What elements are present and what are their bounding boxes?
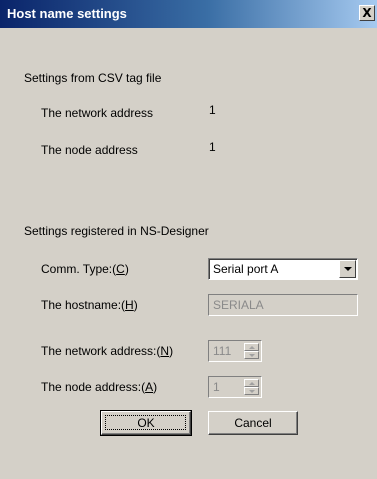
csv-settings-heading: Settings from CSV tag file bbox=[24, 71, 162, 85]
spin-up-icon[interactable] bbox=[244, 379, 259, 387]
network-address-spinner[interactable] bbox=[244, 343, 259, 359]
network-address-label-text: The network address:( bbox=[41, 344, 161, 358]
dialog-title: Host name settings bbox=[7, 6, 127, 21]
close-icon: X bbox=[362, 6, 372, 20]
csv-network-address-label: The network address bbox=[41, 106, 154, 120]
comm-type-dropdown-button[interactable] bbox=[339, 260, 356, 278]
network-address-label: The network address:(N) bbox=[41, 344, 173, 358]
node-address-label: The node address:(A) bbox=[41, 380, 157, 394]
csv-network-address-value: 1 bbox=[209, 103, 216, 117]
hostname-value: SERIALA bbox=[213, 298, 264, 312]
node-address-label-end: ) bbox=[153, 380, 158, 394]
node-address-stepper[interactable]: 1 bbox=[208, 376, 262, 398]
close-button[interactable]: X bbox=[359, 5, 375, 21]
host-name-settings-dialog: Host name settings X Settings from CSV t… bbox=[0, 0, 377, 479]
csv-node-address-value: 1 bbox=[209, 140, 216, 154]
network-address-accelerator: N bbox=[160, 344, 170, 358]
comm-type-label-text: Comm. Type:( bbox=[41, 262, 117, 276]
comm-type-selected-value: Serial port A bbox=[213, 262, 279, 276]
node-address-spinner[interactable] bbox=[244, 379, 259, 395]
hostname-label: The hostname:(H) bbox=[41, 298, 138, 312]
hostname-accelerator: H bbox=[125, 298, 134, 312]
comm-type-accelerator: C bbox=[116, 262, 125, 276]
spin-down-icon[interactable] bbox=[244, 351, 259, 359]
chevron-down-icon bbox=[344, 267, 352, 271]
cancel-button-label: Cancel bbox=[234, 416, 272, 430]
spin-down-icon[interactable] bbox=[244, 387, 259, 395]
comm-type-label: Comm. Type:(C) bbox=[41, 262, 129, 276]
node-address-accelerator: A bbox=[145, 380, 154, 394]
network-address-stepper[interactable]: 111 bbox=[208, 340, 262, 362]
hostname-label-end: ) bbox=[133, 298, 138, 312]
comm-type-label-end: ) bbox=[124, 262, 129, 276]
cancel-button[interactable]: Cancel bbox=[208, 411, 298, 435]
spin-up-icon[interactable] bbox=[244, 343, 259, 351]
csv-node-address-label: The node address bbox=[41, 143, 138, 157]
node-address-value: 1 bbox=[213, 380, 220, 394]
ok-button-label: OK bbox=[137, 416, 155, 430]
hostname-field[interactable]: SERIALA bbox=[208, 294, 358, 316]
title-bar[interactable]: Host name settings X bbox=[0, 0, 377, 28]
network-address-label-end: ) bbox=[169, 344, 174, 358]
comm-type-select[interactable]: Serial port A bbox=[208, 258, 358, 280]
hostname-label-text: The hostname:( bbox=[41, 298, 126, 312]
network-address-value: 111 bbox=[213, 344, 232, 358]
node-address-label-text: The node address:( bbox=[41, 380, 146, 394]
ok-button[interactable]: OK bbox=[100, 410, 192, 436]
ns-designer-settings-heading: Settings registered in NS-Designer bbox=[24, 224, 209, 238]
